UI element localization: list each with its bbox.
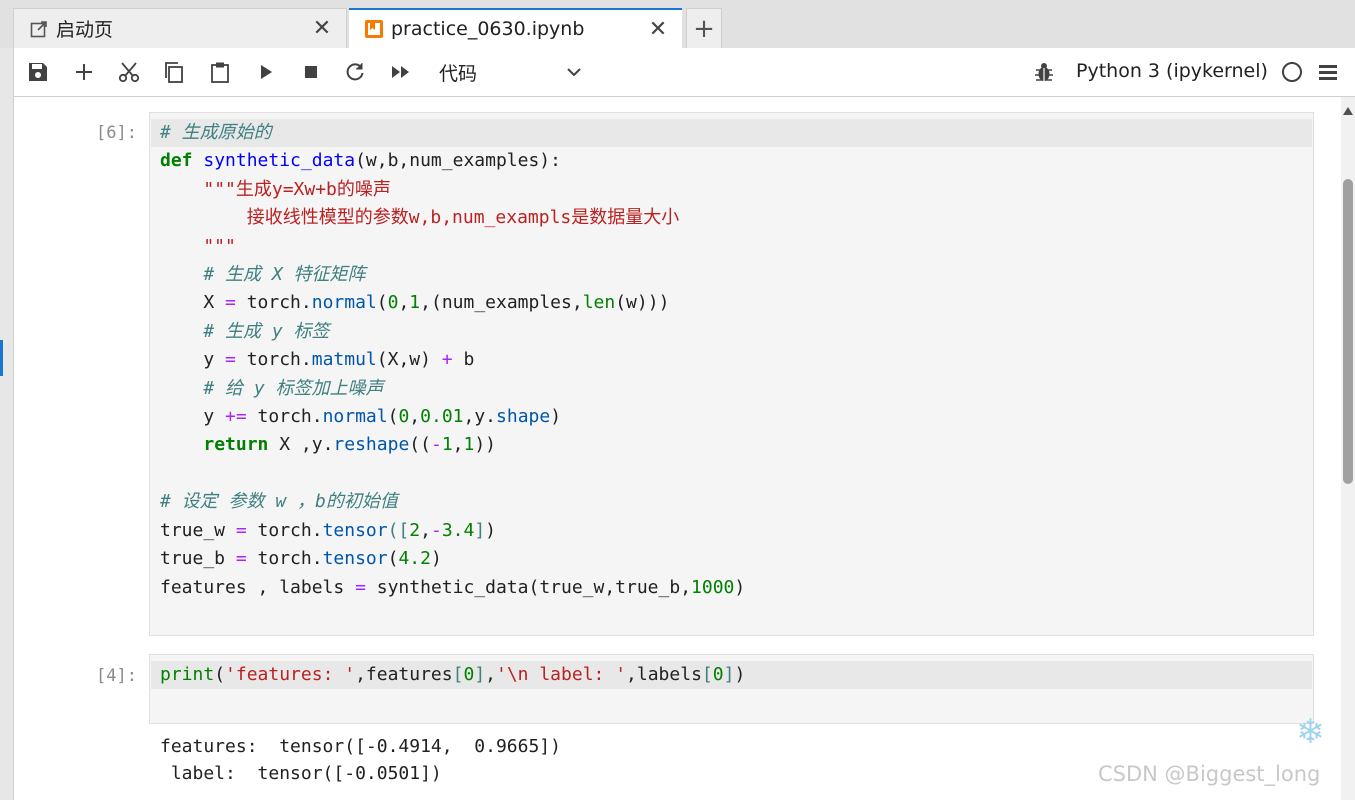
- menu-icon[interactable]: [1316, 60, 1340, 84]
- code-editor[interactable]: # 生成原始的 def synthetic_data(w,b,num_examp…: [160, 119, 745, 602]
- close-icon[interactable]: ✕: [646, 17, 670, 42]
- tab-bar: 启动页 ✕ practice_0630.ipynb ✕ +: [0, 0, 1355, 48]
- vertical-scrollbar[interactable]: [1341, 97, 1355, 800]
- cell-prompt: [6]:: [96, 123, 137, 143]
- fast-forward-icon[interactable]: [389, 60, 413, 84]
- code-cell[interactable]: print('features: ',features[0],'\n label…: [149, 654, 1314, 724]
- code-cell[interactable]: # 生成原始的 def synthetic_data(w,b,num_examp…: [149, 112, 1314, 636]
- cell-type-dropdown[interactable]: 代码: [439, 58, 584, 86]
- close-icon[interactable]: ✕: [310, 16, 334, 41]
- launcher-icon: [30, 20, 48, 38]
- tab-label: 启动页: [56, 19, 114, 41]
- add-cell-icon[interactable]: [72, 60, 96, 84]
- run-icon[interactable]: [254, 60, 278, 84]
- notebook-icon: [365, 20, 383, 38]
- chevron-down-icon: [564, 62, 584, 82]
- watermark: CSDN @Biggest_long: [1098, 762, 1321, 786]
- notebook-toolbar: 代码 Python 3 (ipykernel): [14, 48, 1355, 97]
- cell-type-label: 代码: [439, 62, 478, 85]
- tab-label: practice_0630.ipynb: [391, 18, 585, 40]
- paste-icon[interactable]: [208, 60, 232, 84]
- tab-launcher[interactable]: 启动页 ✕: [13, 8, 347, 48]
- kernel-status-icon: [1282, 62, 1302, 82]
- left-sidebar-edge: [0, 48, 14, 800]
- snowflake-icon: ❄: [1296, 712, 1325, 752]
- notebook-panel: [6]: # 生成原始的 def synthetic_data(w,b,num_…: [14, 97, 1341, 800]
- sidebar-active-marker: [0, 340, 3, 376]
- code-editor[interactable]: print('features: ',features[0],'\n label…: [160, 661, 745, 689]
- stop-icon[interactable]: [299, 60, 323, 84]
- debugger-icon[interactable]: [1032, 60, 1056, 84]
- cell-output: features: tensor([-0.4914, 0.9665]) labe…: [160, 736, 561, 784]
- add-tab-button[interactable]: +: [686, 8, 722, 48]
- copy-icon[interactable]: [162, 60, 186, 84]
- scroll-up-arrow-icon[interactable]: [1343, 107, 1353, 115]
- tab-notebook[interactable]: practice_0630.ipynb ✕: [349, 8, 682, 48]
- kernel-name[interactable]: Python 3 (ipykernel): [1076, 60, 1268, 82]
- restart-icon[interactable]: [343, 60, 367, 84]
- scrollbar-thumb[interactable]: [1343, 179, 1353, 484]
- save-icon[interactable]: [26, 60, 50, 84]
- cell-prompt: [4]:: [96, 666, 137, 686]
- cut-icon[interactable]: [117, 60, 141, 84]
